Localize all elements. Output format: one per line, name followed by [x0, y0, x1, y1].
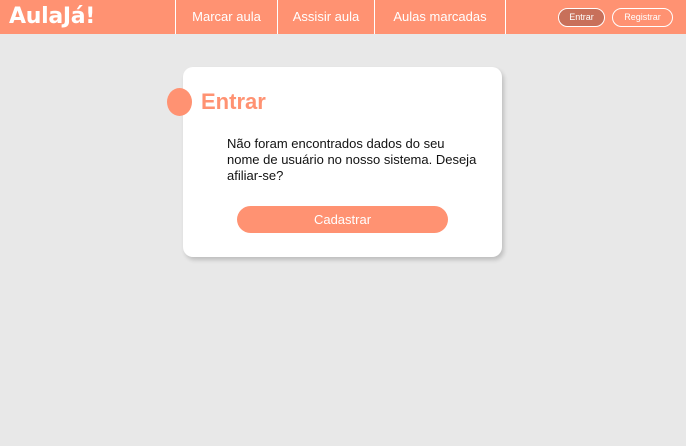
login-button[interactable]: Entrar: [558, 8, 605, 27]
nav-marcar-aula[interactable]: Marcar aula: [176, 0, 277, 34]
top-navigation-bar: AulaJá! Marcar aula Assisir aula Aulas m…: [0, 0, 686, 34]
dialog-message: Não foram encontrados dados do seu nome …: [227, 136, 477, 183]
nav-assistir-aula[interactable]: Assisir aula: [278, 0, 374, 34]
dialog-title: Entrar: [201, 89, 266, 114]
app-logo[interactable]: AulaJá!: [9, 4, 95, 30]
nav-divider: [505, 0, 506, 34]
register-button[interactable]: Registrar: [612, 8, 673, 27]
nav-aulas-marcadas[interactable]: Aulas marcadas: [375, 0, 505, 34]
cadastrar-button[interactable]: Cadastrar: [237, 206, 448, 233]
title-bullet-icon: [167, 88, 192, 116]
